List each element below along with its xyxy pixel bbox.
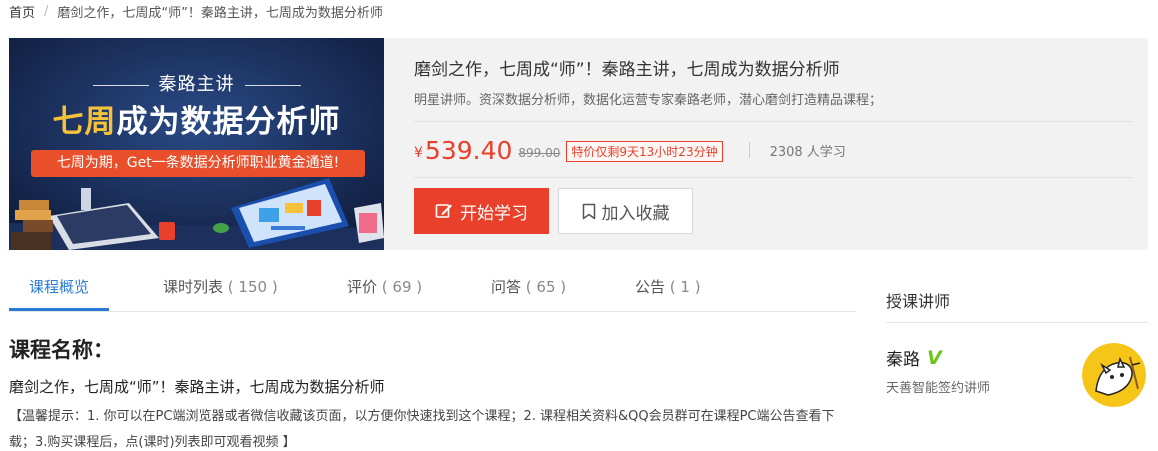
tab-label: 评价: [347, 278, 378, 296]
breadcrumb: 首页 / 磨剑之作，七周成“师”！秦路主讲，七周成为数据分析师: [9, 0, 383, 22]
teacher-panel: 授课讲师 秦路 V 天善智能签约讲师: [886, 288, 1148, 407]
price-value: 539.40: [424, 135, 513, 165]
cover-caption-banner: 七周为期，Get一条数据分析师职业黄金通道!: [31, 150, 365, 177]
teacher-name[interactable]: 秦路: [886, 345, 920, 370]
tab-reviews[interactable]: 评价 ( 69 ): [347, 268, 422, 311]
course-tabs: 课程概览 课时列表 ( 150 ) 评价 ( 69 ) 问答 ( 65 ) 公告…: [9, 268, 856, 312]
promo-countdown-badge: 特价仅剩9天13小时23分钟: [566, 140, 723, 162]
breadcrumb-current: 磨剑之作，七周成“师”！秦路主讲，七周成为数据分析师: [57, 5, 383, 21]
course-cover-image: 秦路主讲 七周成为数据分析师 七周为期，Get一条数据分析师职业黄金通道!: [9, 38, 384, 250]
course-name-text: 磨剑之作，七周成“师”！秦路主讲，七周成为数据分析师: [9, 378, 385, 396]
teacher-panel-heading: 授课讲师: [886, 288, 1148, 323]
bookmark-icon: [582, 203, 596, 220]
tab-label: 课程概览: [29, 278, 90, 296]
cover-caption-top: 秦路主讲: [9, 70, 384, 96]
verified-v-icon: V: [927, 346, 942, 369]
add-to-favorites-button[interactable]: 加入收藏: [558, 188, 693, 234]
divider: [748, 142, 750, 158]
teacher-title: 天善智能签约讲师: [886, 381, 991, 396]
original-price: 899.00: [518, 145, 561, 160]
start-learning-button[interactable]: 开始学习: [414, 188, 549, 234]
learner-count: 2308 人学习: [769, 144, 846, 160]
divider: [414, 121, 1134, 122]
tab-lesson-list[interactable]: 课时列表 ( 150 ): [163, 268, 278, 311]
edit-icon: [435, 202, 453, 220]
price-currency: ¥: [414, 145, 423, 161]
section-title: 课程名称：: [9, 338, 114, 362]
cover-caption-rest: 成为数据分析师: [116, 104, 341, 140]
teacher-name-row: 秦路 V: [886, 345, 942, 371]
tab-announcements[interactable]: 公告 ( 1 ): [635, 268, 701, 311]
avatar[interactable]: [1082, 343, 1146, 407]
tab-count: ( 65 ): [525, 278, 567, 296]
breadcrumb-separator: /: [44, 3, 49, 19]
breadcrumb-home-link[interactable]: 首页: [9, 2, 35, 21]
divider: [414, 177, 1134, 178]
cover-caption-main: 七周成为数据分析师: [9, 96, 384, 141]
price-row: ¥ 539.40 899.00 特价仅剩9天13小时23分钟 2308 人学习: [414, 134, 846, 166]
tab-overview[interactable]: 课程概览: [9, 268, 110, 311]
tab-label: 公告: [635, 278, 666, 296]
start-learning-label: 开始学习: [460, 203, 528, 224]
course-title: 磨剑之作，七周成“师”！秦路主讲，七周成为数据分析师: [414, 60, 840, 80]
add-to-favorites-label: 加入收藏: [601, 203, 670, 224]
tab-count: ( 1 ): [669, 278, 701, 296]
tab-label: 问答: [491, 278, 522, 296]
tip-text: 【温馨提示：1. 你可以在PC端浏览器或者微信收藏该页面，以方便你快速找到这个课…: [9, 409, 835, 450]
tab-qa[interactable]: 问答 ( 65 ): [491, 268, 566, 311]
cover-caption-highlight: 七周: [52, 104, 117, 140]
tab-label: 课时列表: [163, 278, 224, 296]
course-description: 明星讲师。资深数据分析师，数据化运营专家秦路老师，潜心磨剑打造精品课程；: [414, 93, 883, 108]
tab-count: ( 69 ): [381, 278, 423, 296]
tab-count: ( 150 ): [227, 278, 278, 296]
